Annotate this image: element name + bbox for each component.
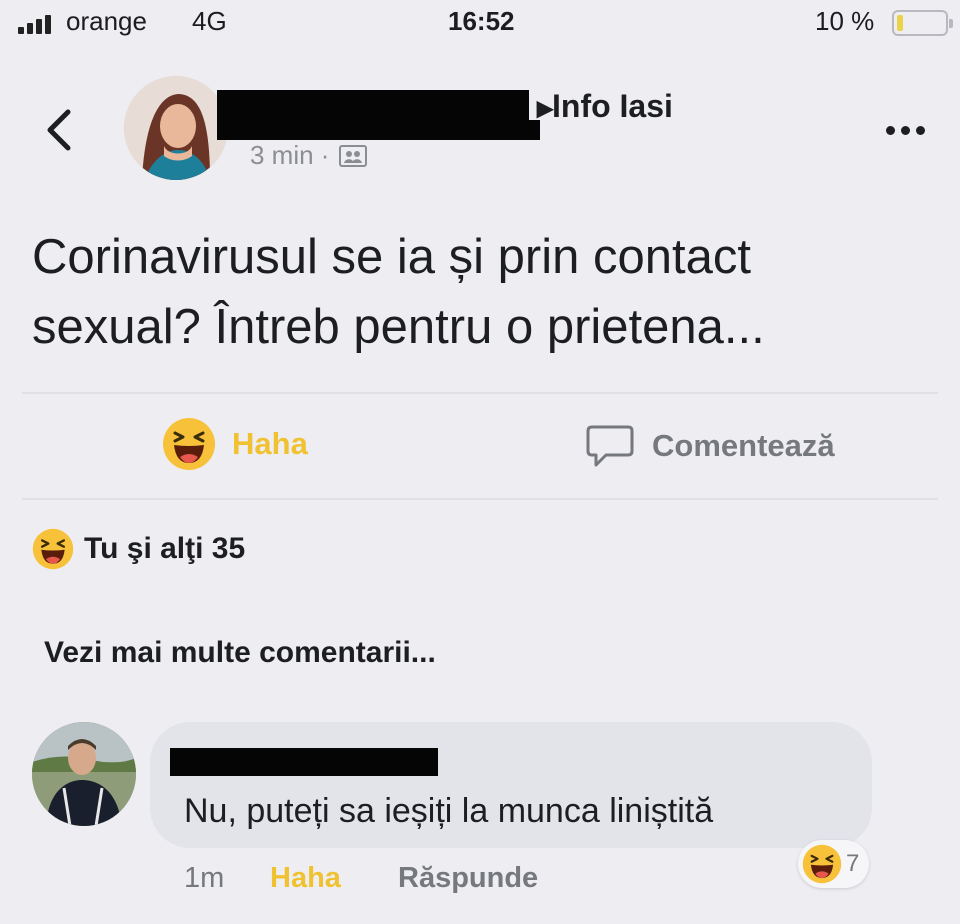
group-audience-icon <box>339 144 368 167</box>
view-more-comments-link[interactable]: Vezi mai multe comentarii... <box>44 636 436 670</box>
carrier-label: orange <box>66 6 147 36</box>
post-body: Corinavirusul se ia și prin contact sexu… <box>32 222 932 362</box>
haha-emoji-icon <box>163 418 215 470</box>
status-bar: orange 4G 16:52 10 % <box>0 0 960 44</box>
clock: 16:52 <box>448 6 515 36</box>
post-meta: 3 min · <box>250 140 368 171</box>
divider <box>22 392 938 394</box>
battery-icon <box>892 10 953 36</box>
commenter-avatar[interactable] <box>32 722 136 826</box>
comment-reaction-count: 7 <box>846 850 860 877</box>
reactions-summary[interactable]: Tu şi alţi 35 <box>32 528 245 570</box>
comment-text: Nu, puteți sa ieșiți la munca liniștită <box>184 792 714 830</box>
comment-time: 1m <box>184 862 225 894</box>
comment-button[interactable]: Comentează <box>586 418 835 474</box>
haha-reaction-button[interactable]: Haha <box>162 416 308 472</box>
name-arrow: ▸ <box>537 89 554 125</box>
reactions-count-label: Tu şi alţi 35 <box>84 532 246 565</box>
post-text-line: Corinavirusul se ia și prin contact <box>32 230 751 284</box>
comment-reply-button[interactable]: Răspunde <box>398 862 538 895</box>
signal-icon <box>18 14 51 34</box>
chevron-left-icon <box>47 109 71 151</box>
redacted-commenter-name <box>170 748 438 776</box>
comment-label: Comentează <box>652 428 835 463</box>
comment-reaction-badge[interactable]: 7 <box>798 840 870 888</box>
more-options-button[interactable] <box>886 118 934 142</box>
author-avatar[interactable] <box>124 76 228 180</box>
divider <box>22 498 938 500</box>
network-label: 4G <box>192 6 227 36</box>
haha-emoji-icon <box>802 844 842 884</box>
post-text-line: sexual? Întreb pentru o prietena... <box>32 300 765 354</box>
post-time: 3 min · <box>250 140 330 170</box>
group-name[interactable]: Info Iasi <box>552 88 673 125</box>
haha-label: Haha <box>232 426 308 461</box>
more-dot-icon <box>886 125 895 135</box>
comment-haha-button[interactable]: Haha <box>270 862 341 895</box>
redacted-author-name <box>217 90 529 140</box>
back-button[interactable] <box>40 100 80 160</box>
redacted-author-name-part <box>500 120 540 140</box>
battery-percent: 10 % <box>815 6 875 36</box>
comment-bubble-icon <box>586 425 634 467</box>
haha-emoji-icon <box>32 528 74 570</box>
